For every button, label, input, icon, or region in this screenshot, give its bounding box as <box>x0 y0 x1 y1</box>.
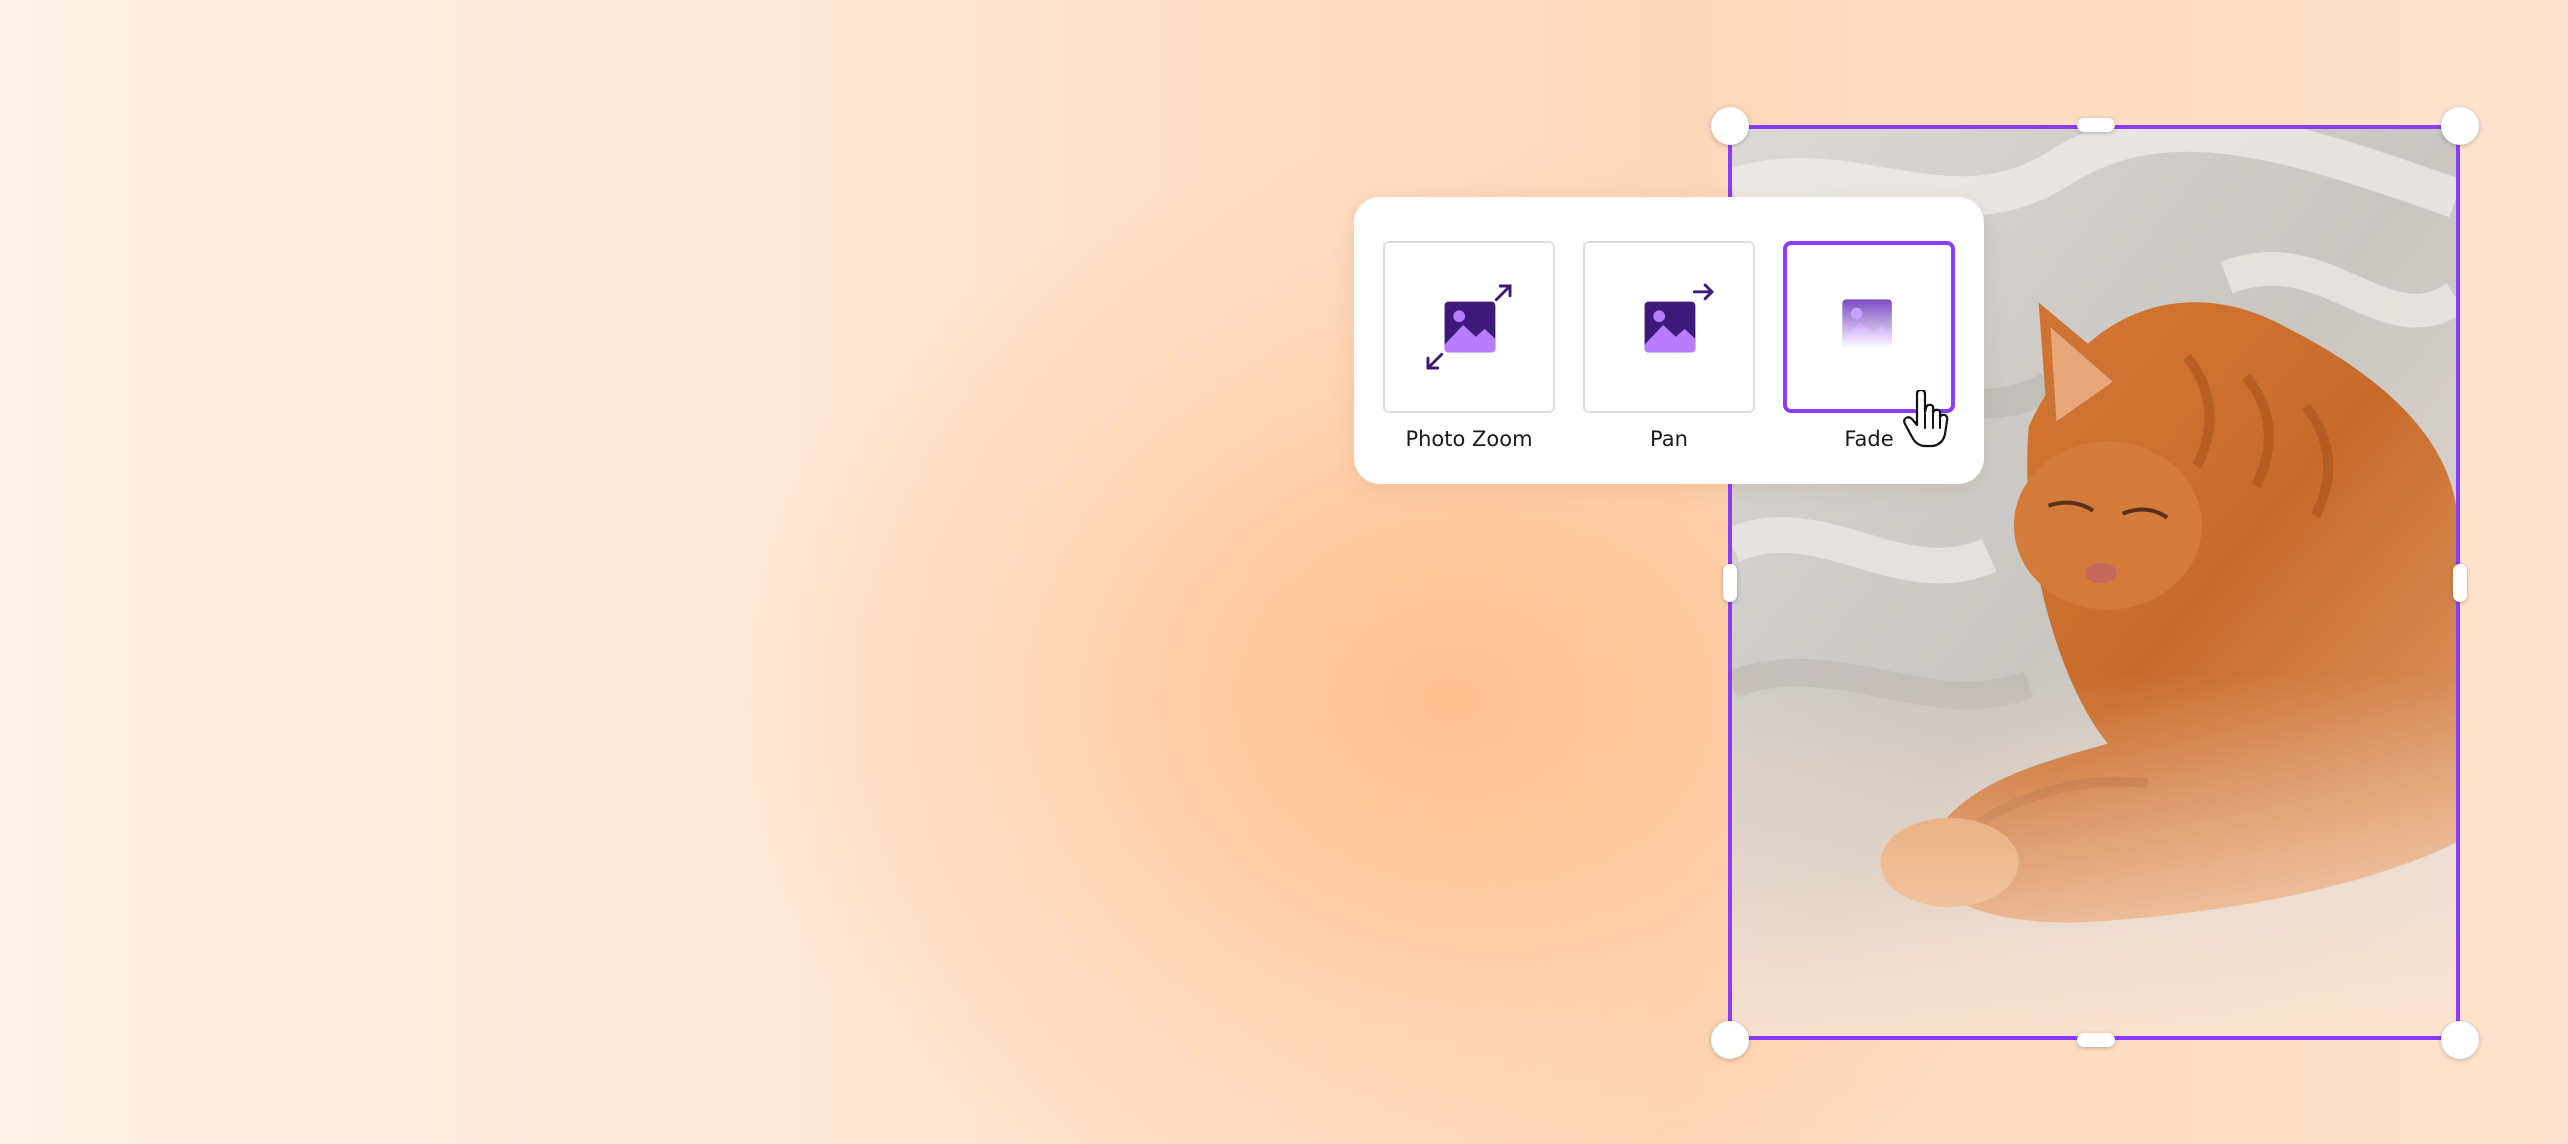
resize-handle-right[interactable] <box>2453 564 2467 602</box>
resize-handle-bottom[interactable] <box>2077 1033 2115 1047</box>
image-pan-icon <box>1644 283 1715 353</box>
image-fade-icon <box>1842 299 1892 349</box>
design-canvas[interactable]: Photo Zoom Pan Fade <box>0 0 2568 1144</box>
animation-tile[interactable] <box>1783 241 1955 413</box>
animation-tile[interactable] <box>1383 241 1555 413</box>
hand-pointer-cursor-icon <box>1903 390 1949 448</box>
resize-handle-left[interactable] <box>1723 564 1737 602</box>
animation-option-label: Pan <box>1650 427 1688 451</box>
image-zoom-icon <box>1426 284 1512 370</box>
animation-tile[interactable] <box>1583 241 1755 413</box>
resize-handle-top-left[interactable] <box>1711 107 1749 145</box>
resize-handle-bottom-left[interactable] <box>1711 1021 1749 1059</box>
resize-handle-top[interactable] <box>2077 118 2115 132</box>
resize-handle-bottom-right[interactable] <box>2441 1021 2479 1059</box>
animation-option-photo-zoom[interactable]: Photo Zoom <box>1383 241 1555 457</box>
animation-option-label: Photo Zoom <box>1405 427 1533 451</box>
resize-handle-top-right[interactable] <box>2441 107 2479 145</box>
animation-picker: Photo Zoom Pan Fade <box>1354 197 1984 484</box>
animation-option-pan[interactable]: Pan <box>1583 241 1755 457</box>
